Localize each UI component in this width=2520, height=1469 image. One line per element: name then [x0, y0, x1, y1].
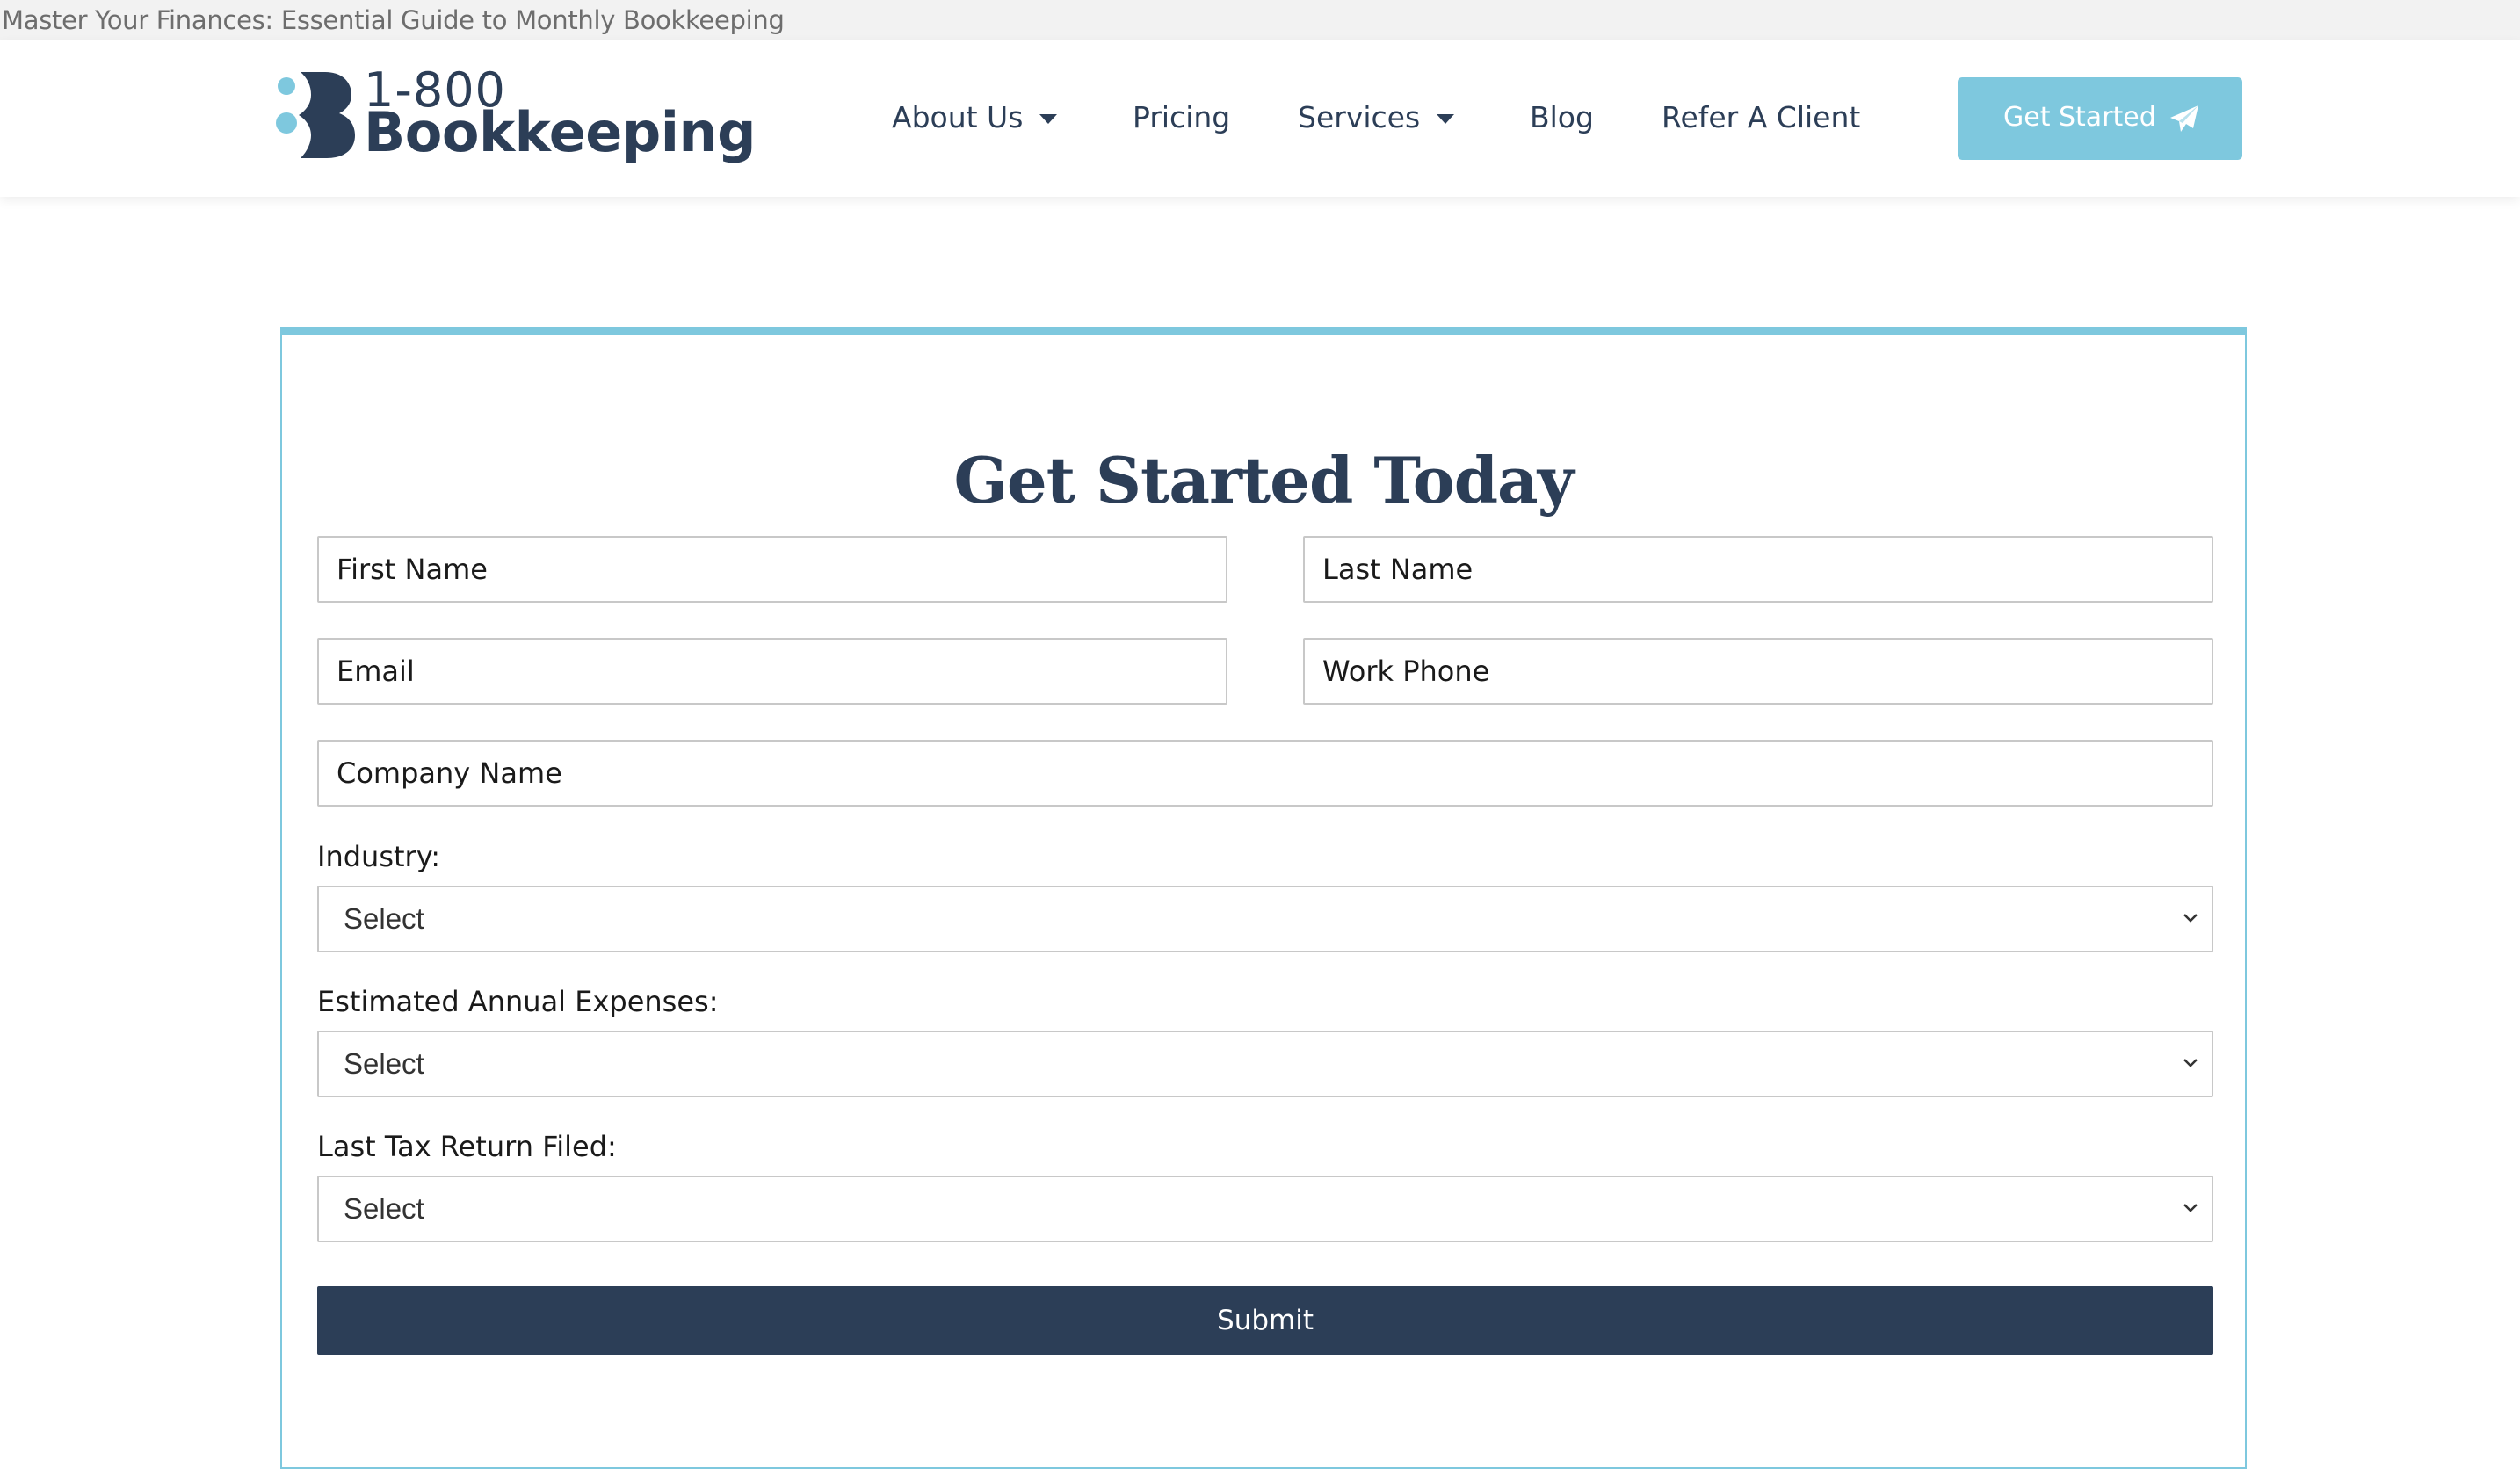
bookkeeping-b-logo-icon: [276, 72, 355, 158]
email-input[interactable]: [317, 638, 1227, 705]
industry-selected-value: Select: [344, 902, 424, 935]
work-phone-input[interactable]: [1303, 638, 2213, 705]
last-name-input[interactable]: [1303, 536, 2213, 603]
nav-item-refer-a-client[interactable]: Refer A Client: [1662, 100, 1860, 135]
page-title-bar: Master Your Finances: Essential Guide to…: [0, 0, 2520, 41]
logo-wordmark-text: Bookkeeping: [364, 100, 757, 164]
site-logo-link[interactable]: 1-800 Bookkeeping: [274, 63, 757, 169]
page-title: Master Your Finances: Essential Guide to…: [2, 5, 785, 35]
get-started-form-card: Get Started Today Industry: Select Estim…: [280, 327, 2247, 1469]
tax-return-label: Last Tax Return Filed:: [317, 1130, 617, 1163]
annual-expenses-select[interactable]: Select: [317, 1031, 2213, 1097]
first-name-input[interactable]: [317, 536, 1227, 603]
form-heading: Get Started Today: [953, 442, 1574, 517]
company-name-input[interactable]: [317, 740, 2213, 807]
chevron-down-icon[interactable]: [1039, 114, 1057, 124]
industry-label: Industry:: [317, 840, 441, 873]
nav-item-pricing[interactable]: Pricing: [1133, 100, 1230, 135]
get-started-button[interactable]: Get Started: [1958, 77, 2242, 160]
nav-item-services[interactable]: Services: [1298, 100, 1420, 135]
chevron-down-icon: [2183, 1204, 2198, 1212]
tax-return-select[interactable]: Select: [317, 1176, 2213, 1242]
tax-return-selected-value: Select: [344, 1192, 424, 1225]
get-started-label: Get Started: [2003, 102, 2156, 133]
site-header: 1-800 Bookkeeping About Us Pricing Servi…: [0, 40, 2520, 197]
nav-item-about-us[interactable]: About Us: [892, 100, 1023, 135]
chevron-down-icon: [2183, 1059, 2198, 1067]
nav-item-blog[interactable]: Blog: [1530, 100, 1594, 135]
expenses-label: Estimated Annual Expenses:: [317, 985, 719, 1018]
chevron-down-icon: [2183, 914, 2198, 923]
submit-button[interactable]: Submit: [317, 1286, 2213, 1355]
expenses-selected-value: Select: [344, 1047, 424, 1080]
paper-plane-icon: [2170, 105, 2198, 132]
industry-select[interactable]: Select: [317, 886, 2213, 952]
chevron-down-icon[interactable]: [1437, 114, 1454, 124]
